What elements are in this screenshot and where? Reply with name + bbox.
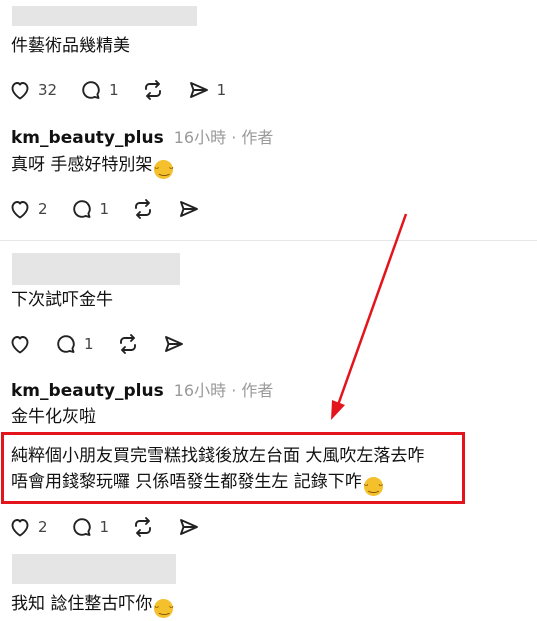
comment-actions: 2 1	[8, 197, 223, 221]
comment-text: 我知 諗住整古吓你	[11, 594, 153, 614]
reply-count: 1	[109, 81, 119, 99]
yum-face-emoji: ᵕ‿ᵕ	[363, 477, 383, 496]
like-count: 2	[38, 200, 48, 218]
highlighted-line-2: 唔會用錢黎玩囉 只係唔發生都發生左 記錄下咋 ᵕ‿ᵕ	[11, 469, 424, 496]
repost-button[interactable]	[131, 197, 155, 221]
heart-icon	[11, 336, 29, 354]
comment-actions: 2 1	[8, 515, 223, 539]
share-button[interactable]	[177, 515, 201, 539]
reply-button[interactable]: 1	[70, 515, 110, 539]
like-button[interactable]: 2	[8, 515, 48, 539]
comment-text: 件藝術品幾精美	[11, 36, 130, 56]
reply-button[interactable]: 1	[54, 332, 94, 356]
comment-text: 真呀 手感好特別架	[11, 155, 153, 175]
comment-text: 金牛化灰啦	[11, 407, 96, 427]
reply-count: 1	[84, 335, 94, 353]
meta-separator: ·	[231, 381, 237, 400]
timestamp: 16小時	[173, 128, 227, 147]
heart-icon	[11, 82, 29, 100]
username-link[interactable]: km_beauty_plus	[11, 381, 164, 401]
share-button[interactable]: 1	[187, 78, 227, 102]
highlighted-line-1: 純粹個小朋友買完雪糕找錢後放左台面 大風吹左落去咋	[11, 446, 425, 466]
yum-face-emoji: ᵕ‿ᵕ	[154, 160, 174, 179]
comment-bubble-icon	[72, 518, 91, 536]
reply-count: 1	[99, 200, 110, 218]
comment-meta: 16小時 · 作者	[174, 124, 274, 148]
comment-text-line: 真呀 手感好特別架 ᵕ‿ᵕ	[11, 154, 174, 179]
highlighted-text: 純粹個小朋友買完雪糕找錢後放左台面 大風吹左落去咋 唔會用錢黎玩囉 只係唔發生都…	[11, 443, 424, 496]
blurred-username	[12, 6, 197, 26]
send-icon	[189, 82, 208, 98]
repost-icon	[119, 334, 136, 354]
repost-icon	[135, 199, 152, 219]
like-button[interactable]: 32	[8, 78, 57, 102]
reply-button[interactable]: 1	[70, 197, 110, 221]
repost-button[interactable]	[131, 515, 155, 539]
heart-icon	[11, 201, 29, 219]
username-link[interactable]: km_beauty_plus	[11, 128, 164, 148]
share-button[interactable]	[162, 332, 186, 356]
thread-divider	[0, 240, 537, 241]
like-count: 2	[38, 518, 48, 536]
repost-button[interactable]	[116, 332, 140, 356]
repost-icon	[135, 517, 152, 537]
like-count: 32	[38, 81, 58, 99]
like-button[interactable]	[8, 332, 32, 356]
blurred-username	[12, 554, 176, 584]
yum-face-emoji: ᵕ‿ᵕ	[154, 599, 174, 618]
author-tag: 作者	[241, 128, 274, 147]
send-icon	[180, 201, 199, 217]
share-count: 1	[216, 81, 227, 99]
comment-bubble-icon	[57, 335, 75, 353]
share-button[interactable]	[177, 197, 201, 221]
comment-bubble-icon	[72, 200, 91, 218]
like-button[interactable]: 2	[8, 197, 48, 221]
reply-button[interactable]: 1	[79, 78, 119, 102]
comment-text-line: 我知 諗住整古吓你 ᵕ‿ᵕ	[11, 593, 174, 618]
comment-actions: 32 1 1	[8, 78, 248, 102]
comment-text: 下次試吓金牛	[11, 290, 113, 310]
meta-separator: ·	[231, 128, 237, 147]
send-icon	[164, 336, 183, 352]
author-tag: 作者	[241, 381, 274, 400]
comment-header: km_beauty_plus 16小時 · 作者	[11, 124, 273, 148]
comment-actions: 1	[8, 332, 208, 356]
comment-bubble-icon	[82, 81, 100, 99]
highlighted-line-2-text: 唔會用錢黎玩囉 只係唔發生都發生左 記錄下咋	[11, 472, 362, 492]
timestamp: 16小時	[173, 381, 227, 400]
comment-header: km_beauty_plus 16小時 · 作者	[11, 377, 273, 401]
comment-meta: 16小時 · 作者	[174, 377, 274, 401]
repost-icon	[144, 80, 161, 100]
reply-count: 1	[99, 518, 110, 536]
blurred-username	[12, 253, 180, 285]
heart-icon	[11, 519, 29, 537]
send-icon	[180, 519, 199, 535]
repost-button[interactable]	[141, 78, 165, 102]
